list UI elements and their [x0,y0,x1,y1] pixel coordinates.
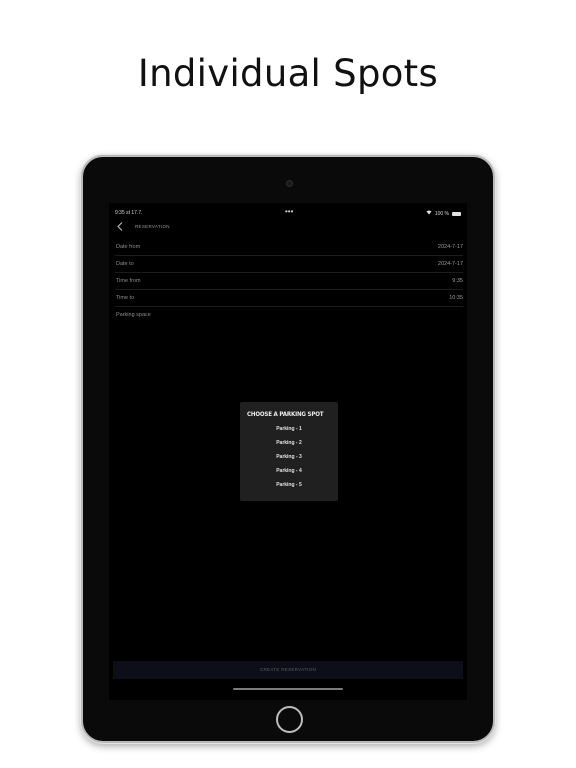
row-label: Time to [116,295,135,301]
parking-option-1[interactable]: Parking - 1 [240,425,338,439]
parking-option-2[interactable]: Parking - 2 [240,439,338,453]
dialog-title: CHOOSE A PARKING SPOT [247,410,324,418]
ipad-frame: 9:35 st 17.7. ••• 100 % RESERVATION Date… [81,155,495,743]
row-value: 2024-7-17 [437,244,463,250]
row-label: Time from [116,278,141,284]
app-screen: 9:35 st 17.7. ••• 100 % RESERVATION Date… [109,203,467,700]
parking-option-5[interactable]: Parking - 5 [240,481,338,495]
status-right: 100 % [426,210,461,217]
marketing-headline: Individual Spots [137,52,439,95]
parking-option-3[interactable]: Parking - 3 [240,453,338,467]
row-value: 2024-7-17 [437,261,463,267]
row-value: 9:35 [452,278,463,284]
row-label: Date to [116,261,134,267]
row-value: 10:35 [449,295,463,301]
nav-bar: RESERVATION [109,222,467,234]
form-row-time-from[interactable]: Time from 9:35 [115,273,463,290]
nav-title: RESERVATION [135,224,170,229]
form-row-time-to[interactable]: Time to 10:35 [115,290,463,307]
parking-options-list: Parking - 1 Parking - 2 Parking - 3 Park… [240,425,338,495]
home-indicator[interactable] [233,688,343,690]
multitask-dots-icon[interactable]: ••• [285,207,293,216]
form-row-date-to[interactable]: Date to 2024-7-17 [115,256,463,273]
battery-icon [452,211,461,216]
form-row-date-from[interactable]: Date from 2024-7-17 [115,239,463,256]
home-button[interactable] [276,706,303,733]
row-label: Date from [116,244,141,250]
chevron-left-icon[interactable] [117,222,125,232]
front-camera [286,180,293,187]
form-row-parking-space[interactable]: Parking space [115,307,463,324]
create-reservation-button[interactable]: CREATE RESERVATION [113,661,463,679]
status-time: 9:35 st 17.7. [115,210,143,216]
row-label: Parking space [116,312,151,318]
reservation-form: Date from 2024-7-17 Date to 2024-7-17 Ti… [115,239,463,324]
status-bar: 9:35 st 17.7. ••• 100 % [109,207,467,219]
wifi-icon [426,210,432,217]
battery-percent: 100 % [434,210,449,217]
parking-option-4[interactable]: Parking - 4 [240,467,338,481]
parking-spot-dialog: CHOOSE A PARKING SPOT Parking - 1 Parkin… [240,402,338,501]
